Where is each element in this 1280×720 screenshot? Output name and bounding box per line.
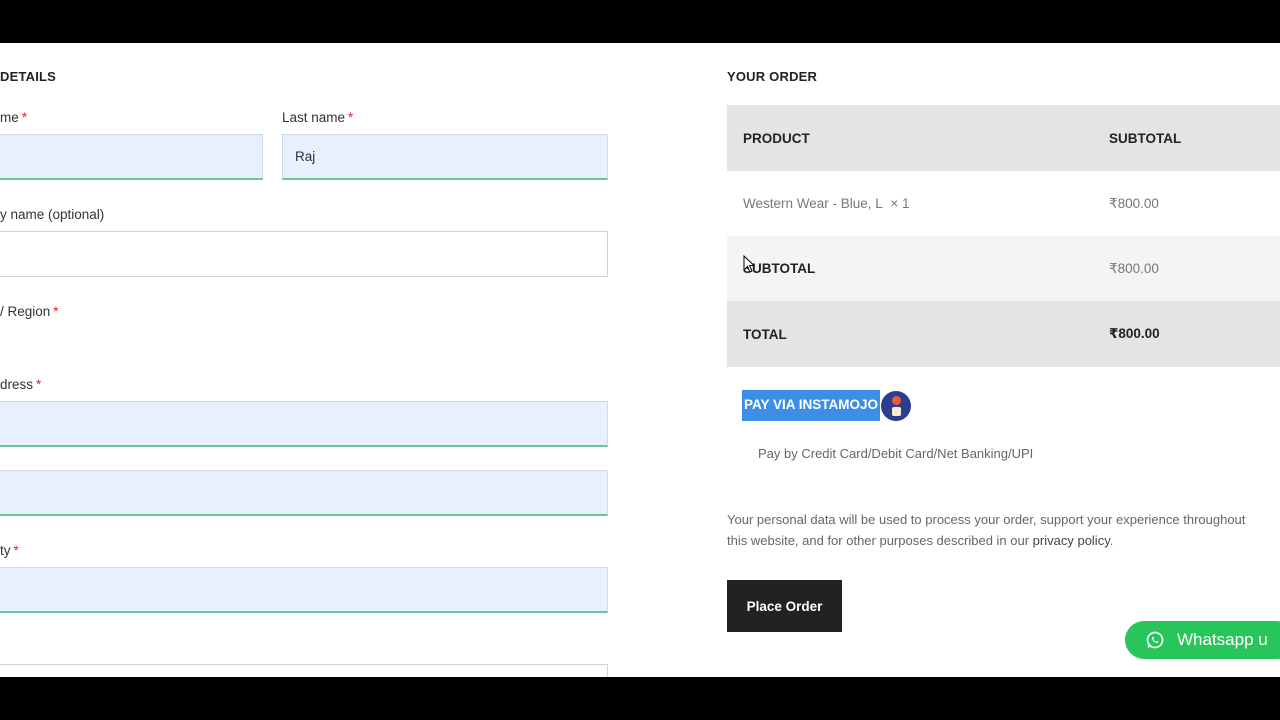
city-input[interactable] (0, 568, 607, 611)
city-field[interactable] (0, 567, 608, 613)
order-item-name: Western Wear - Blue, L × 1 (743, 196, 910, 211)
order-review-table: PRODUCT SUBTOTAL Western Wear - Blue, L … (727, 105, 1280, 367)
place-order-button[interactable]: Place Order (727, 580, 842, 632)
your-order-heading: YOUR ORDER (727, 69, 818, 84)
instamojo-logo-icon (881, 390, 912, 421)
whatsapp-icon (1146, 631, 1164, 649)
privacy-notice: Your personal data will be used to proce… (727, 512, 1246, 548)
first-name-input[interactable] (0, 135, 262, 178)
company-name-input[interactable] (0, 232, 607, 276)
subtotal-value: ₹800.00 (1109, 260, 1159, 276)
city-label: ty * (0, 543, 19, 558)
order-item-qty: × 1 (890, 196, 910, 211)
first-name-label: me * (0, 110, 28, 125)
last-name-input[interactable] (283, 135, 607, 178)
company-name-field[interactable] (0, 231, 608, 277)
column-product: PRODUCT (743, 130, 810, 146)
total-label: TOTAL (743, 326, 787, 342)
order-total-row: TOTAL ₹800.00 (727, 301, 1280, 367)
mouse-cursor-icon (743, 255, 755, 273)
whatsapp-chat-button[interactable]: Whatsapp u (1125, 621, 1280, 659)
street-address-label: dress * (0, 377, 42, 392)
street-address-line2-field[interactable] (0, 470, 608, 516)
whatsapp-label: Whatsapp u (1177, 630, 1268, 649)
country-region-label: / Region * (0, 304, 59, 319)
last-name-label: Last name * (282, 110, 354, 125)
order-item-row: Western Wear - Blue, L × 1 ₹800.00 (727, 171, 1280, 236)
checkout-page: DETAILS me* Last name* y name (optional)… (0, 43, 1280, 677)
payment-method-description: Pay by Credit Card/Debit Card/Net Bankin… (758, 446, 1034, 461)
next-field-cropped[interactable] (0, 664, 608, 677)
total-value: ₹800.00 (1109, 326, 1160, 341)
last-name-field[interactable] (282, 134, 608, 180)
order-subtotal-row: SUBTOTAL ₹800.00 (727, 236, 1280, 301)
payment-method-instamojo[interactable]: PAY VIA INSTAMOJO (742, 390, 912, 421)
video-letterbox-top (0, 0, 1280, 43)
column-subtotal: SUBTOTAL (1109, 130, 1182, 146)
payment-method-label[interactable]: PAY VIA INSTAMOJO (742, 390, 881, 421)
street-address-line2-input[interactable] (0, 471, 607, 514)
video-letterbox-bottom (0, 677, 1280, 720)
street-address-line1-input[interactable] (0, 402, 607, 445)
privacy-policy-link[interactable]: privacy policy (1033, 533, 1110, 548)
company-name-label: y name (optional) (0, 207, 105, 222)
first-name-field[interactable] (0, 134, 263, 180)
street-address-line1-field[interactable] (0, 401, 608, 447)
billing-details-heading: DETAILS (0, 69, 57, 84)
order-table-header: PRODUCT SUBTOTAL (727, 105, 1280, 171)
order-item-price: ₹800.00 (1109, 195, 1159, 211)
